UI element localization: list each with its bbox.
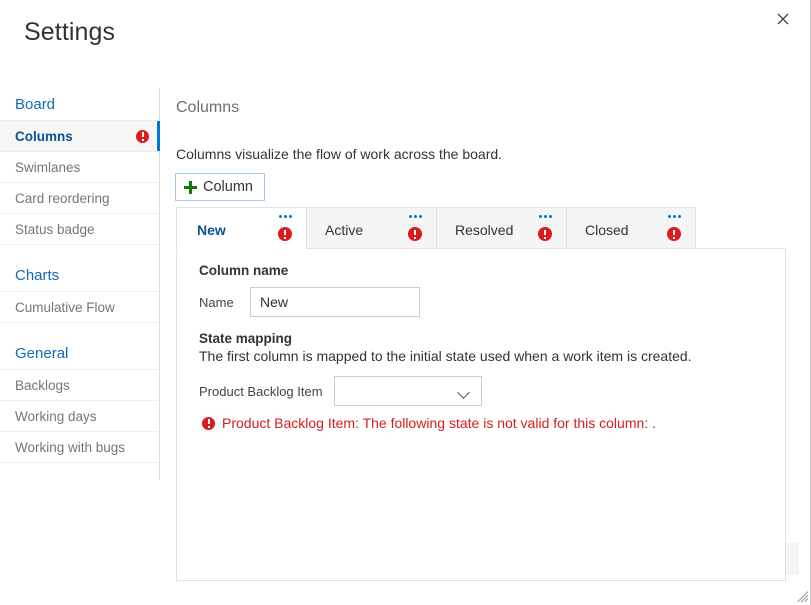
settings-content: Columns Columns visualize the flow of wo… bbox=[161, 88, 811, 508]
sidebar-item-label: Swimlanes bbox=[15, 160, 149, 175]
sidebar-item-working-days[interactable]: Working days bbox=[0, 401, 159, 432]
more-options-icon[interactable] bbox=[279, 215, 292, 218]
name-input[interactable] bbox=[250, 287, 420, 317]
sidebar-item-status-badge[interactable]: Status badge bbox=[0, 214, 159, 245]
error-icon bbox=[667, 227, 681, 241]
sidebar-item-label: Card reordering bbox=[15, 191, 149, 206]
dialog-titlebar: Settings bbox=[0, 0, 811, 72]
tab-label: New bbox=[197, 222, 226, 238]
resize-grip-icon[interactable] bbox=[796, 590, 809, 603]
more-options-icon[interactable] bbox=[668, 215, 681, 218]
column-tabs: New Active Resolved Closed bbox=[176, 207, 786, 249]
sidebar-item-label: Working with bugs bbox=[15, 440, 149, 455]
more-options-icon[interactable] bbox=[539, 215, 552, 218]
sidebar-group-label: Charts bbox=[15, 267, 59, 284]
state-mapping-row: Product Backlog Item bbox=[199, 376, 482, 406]
validation-error: Product Backlog Item: The following stat… bbox=[202, 415, 656, 431]
error-icon bbox=[136, 130, 149, 143]
add-column-button[interactable]: Column bbox=[175, 173, 265, 201]
sidebar-item-card-reordering[interactable]: Card reordering bbox=[0, 183, 159, 214]
plus-icon bbox=[184, 181, 197, 194]
sidebar-group-charts: Charts bbox=[0, 259, 159, 292]
error-icon bbox=[278, 227, 292, 241]
error-icon bbox=[538, 227, 552, 241]
error-icon bbox=[408, 227, 422, 241]
sidebar-group-board: Board bbox=[0, 88, 159, 121]
tab-active[interactable]: Active bbox=[306, 207, 436, 249]
error-message: Product Backlog Item: The following stat… bbox=[222, 415, 656, 431]
sidebar-group-label: General bbox=[15, 345, 68, 362]
tab-new[interactable]: New bbox=[176, 207, 306, 249]
settings-dialog: Settings Board Columns Swimlanes Card re… bbox=[0, 0, 811, 605]
tab-label: Closed bbox=[585, 222, 629, 238]
sidebar-item-cumulative-flow[interactable]: Cumulative Flow bbox=[0, 292, 159, 323]
page-title: Settings bbox=[24, 18, 115, 47]
sidebar-group-label: Board bbox=[15, 96, 55, 113]
close-icon[interactable] bbox=[767, 4, 799, 34]
state-mapping-heading: State mapping bbox=[199, 331, 292, 346]
sidebar-item-label: Status badge bbox=[15, 222, 149, 237]
chevron-down-icon bbox=[457, 386, 470, 399]
content-description: Columns visualize the flow of work acros… bbox=[176, 146, 502, 162]
sidebar-item-label: Backlogs bbox=[15, 378, 149, 393]
sidebar-divider bbox=[0, 323, 159, 337]
add-column-label: Column bbox=[203, 179, 253, 195]
sidebar-item-backlogs[interactable]: Backlogs bbox=[0, 370, 159, 401]
column-name-heading: Column name bbox=[199, 263, 288, 278]
column-settings-panel: Column name Name State mapping The first… bbox=[176, 248, 786, 581]
tab-label: Active bbox=[325, 222, 363, 238]
settings-sidebar: Board Columns Swimlanes Card reordering … bbox=[0, 88, 160, 480]
tab-resolved[interactable]: Resolved bbox=[436, 207, 566, 249]
selected-indicator bbox=[157, 121, 160, 151]
error-icon bbox=[202, 417, 215, 430]
sidebar-item-label: Working days bbox=[15, 409, 149, 424]
sidebar-item-swimlanes[interactable]: Swimlanes bbox=[0, 152, 159, 183]
content-title: Columns bbox=[176, 99, 239, 117]
tab-label: Resolved bbox=[455, 222, 513, 238]
sidebar-item-working-with-bugs[interactable]: Working with bugs bbox=[0, 432, 159, 463]
sidebar-item-label: Cumulative Flow bbox=[15, 300, 149, 315]
sidebar-item-columns[interactable]: Columns bbox=[0, 121, 159, 152]
tab-closed[interactable]: Closed bbox=[566, 207, 696, 249]
mapping-label: Product Backlog Item bbox=[199, 384, 323, 399]
state-select[interactable] bbox=[334, 376, 482, 406]
state-mapping-description: The first column is mapped to the initia… bbox=[199, 348, 692, 364]
name-label: Name bbox=[199, 295, 241, 310]
column-name-row: Name bbox=[199, 287, 420, 317]
sidebar-divider bbox=[0, 245, 159, 259]
sidebar-group-general: General bbox=[0, 337, 159, 370]
more-options-icon[interactable] bbox=[409, 215, 422, 218]
sidebar-item-label: Columns bbox=[15, 129, 136, 144]
